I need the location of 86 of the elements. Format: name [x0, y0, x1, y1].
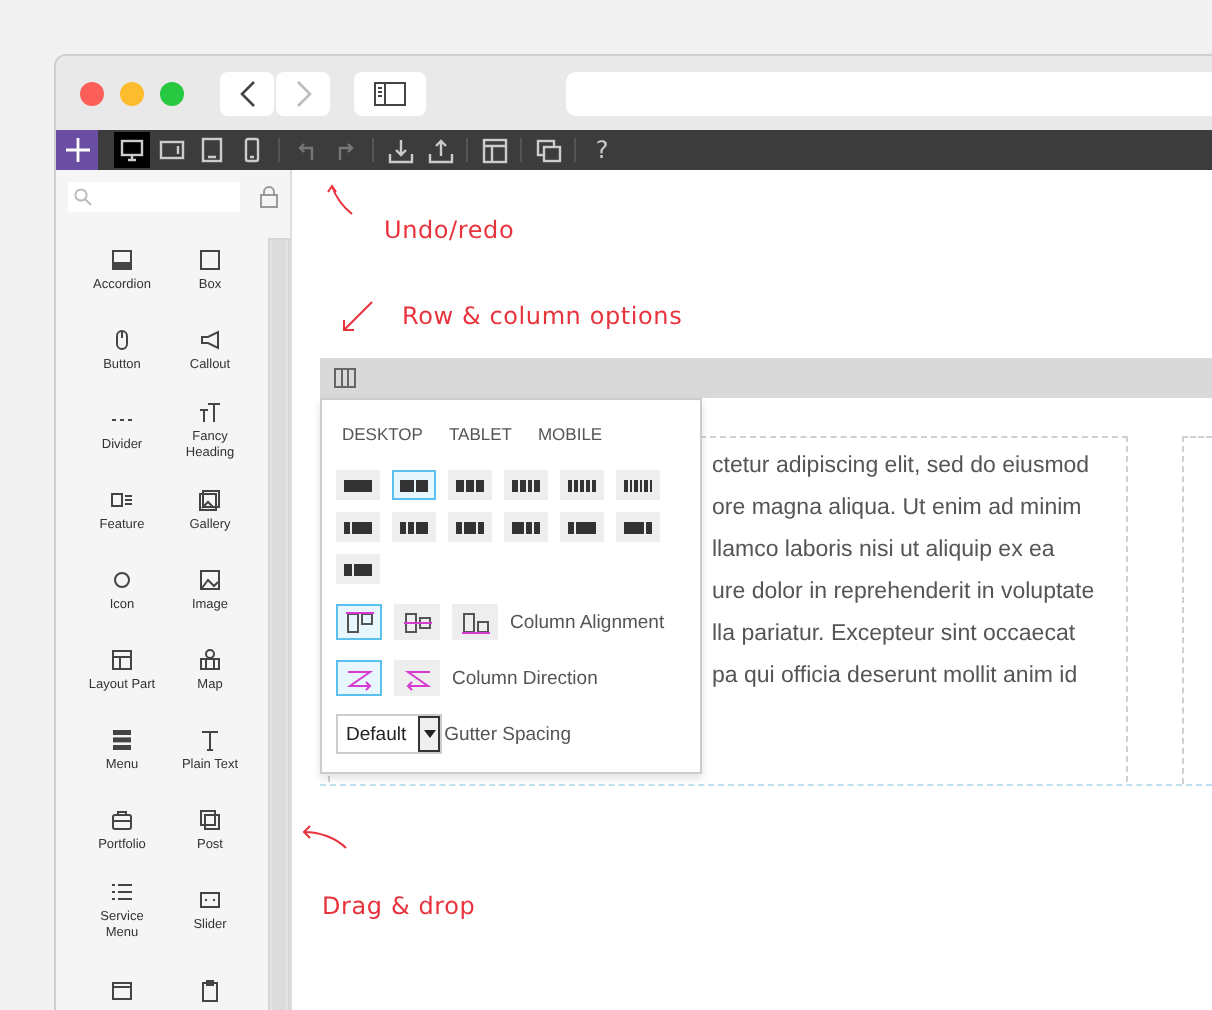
body-text-line: ore magna aliqua. Ut enim ad minim	[712, 494, 1082, 524]
annotation-arrow	[340, 298, 376, 334]
post-icon	[198, 807, 222, 832]
gutter-label: Gutter Spacing	[444, 723, 571, 745]
align-top-icon	[343, 609, 375, 635]
window-icon	[110, 978, 134, 1002]
icon-icon	[110, 567, 134, 592]
body-text-line: ctetur adipiscing elit, sed do eiusmod	[712, 452, 1090, 482]
heading-icon	[198, 400, 222, 424]
body-text-line: llamco laboris nisi ut aliquip ex ea	[712, 536, 1055, 566]
column-layout-button[interactable]	[504, 512, 548, 542]
device-tab[interactable]: MOBILE	[537, 424, 603, 444]
list-icon	[110, 880, 134, 904]
add-button[interactable]	[56, 130, 98, 170]
align-bottom-icon	[459, 609, 491, 635]
annotation-text: Row & column options	[402, 302, 683, 330]
device-tab[interactable]: DESKTOP	[342, 424, 423, 444]
back-button[interactable]	[220, 71, 274, 115]
upload-icon	[427, 137, 453, 163]
column-layout-button[interactable]	[336, 554, 380, 584]
map-icon	[198, 647, 222, 672]
menu-icon	[110, 727, 134, 752]
column-layout-button[interactable]	[616, 512, 660, 542]
sidebar-toggle-button[interactable]	[354, 71, 426, 115]
close-button[interactable]	[80, 81, 104, 105]
chevron-right-icon	[295, 79, 311, 107]
search-field[interactable]	[68, 182, 240, 212]
callout-icon	[198, 327, 222, 352]
alignment-label: Column Alignment	[510, 611, 665, 633]
copy-icon	[535, 137, 561, 163]
column-layout-button[interactable]	[336, 470, 380, 500]
search-icon	[74, 188, 92, 206]
redo-icon	[334, 138, 358, 162]
column-layout-button[interactable]	[448, 470, 492, 500]
align-middle-icon	[401, 609, 433, 635]
annotation-text: Drag & drop	[322, 892, 476, 920]
accordion-icon	[110, 247, 134, 272]
column-layout-button[interactable]	[560, 470, 604, 500]
help-button[interactable]: ?	[584, 132, 620, 168]
sidebar-icon	[374, 81, 406, 105]
gallery-icon	[198, 487, 222, 512]
text-icon	[198, 727, 222, 752]
alignment-button[interactable]	[452, 604, 498, 640]
download-icon	[387, 137, 413, 163]
column-layout-button[interactable]	[616, 470, 660, 500]
alignment-button[interactable]	[336, 604, 382, 640]
direction-button[interactable]	[394, 660, 440, 696]
body-text-line: ure dolor in reprehenderit in voluptate	[712, 578, 1095, 608]
slider-icon	[198, 887, 222, 912]
image-icon	[198, 567, 222, 592]
direction-label: Column Direction	[452, 667, 598, 689]
column-layout-button[interactable]	[336, 512, 380, 542]
feature-icon	[110, 487, 134, 512]
box-icon	[198, 247, 222, 272]
lock-icon[interactable]	[260, 186, 278, 208]
plus-icon	[65, 138, 89, 162]
layout-icon	[481, 137, 507, 163]
body-text-line: lla pariatur. Excepteur sint occaecat	[712, 620, 1076, 650]
column-layout-button[interactable]	[392, 512, 436, 542]
annotation-arrow	[300, 822, 348, 850]
button-icon	[110, 327, 134, 352]
direction-button[interactable]	[336, 660, 382, 696]
layout-icon	[110, 647, 134, 672]
tablet-landscape-icon	[158, 136, 186, 164]
tablet-icon	[198, 136, 226, 164]
column-layout-button[interactable]	[560, 512, 604, 542]
alignment-button[interactable]	[394, 604, 440, 640]
scrollbar[interactable]	[268, 238, 290, 1010]
zigzag-arrow-icon	[401, 665, 433, 691]
device-tab[interactable]: TABLET	[448, 424, 512, 444]
device-preview-button[interactable]	[114, 132, 150, 168]
monitor-icon	[118, 136, 146, 164]
annotation-text: Undo/redo	[384, 216, 515, 244]
column-layout-button[interactable]	[392, 470, 436, 500]
annotation-arrow	[324, 182, 356, 218]
chevron-left-icon	[239, 79, 255, 107]
portfolio-icon	[110, 807, 134, 832]
caret-icon	[423, 730, 436, 738]
undo-icon	[294, 138, 318, 162]
gutter-select[interactable]: Default	[336, 714, 443, 754]
columns-icon[interactable]	[334, 368, 356, 388]
body-text-line: pa qui officia deserunt mollit anim id	[712, 662, 1078, 692]
clipboard-icon	[198, 978, 222, 1002]
zigzag-arrow-icon	[343, 665, 375, 691]
column-layout-button[interactable]	[504, 470, 548, 500]
column-layout-button[interactable]	[448, 512, 492, 542]
